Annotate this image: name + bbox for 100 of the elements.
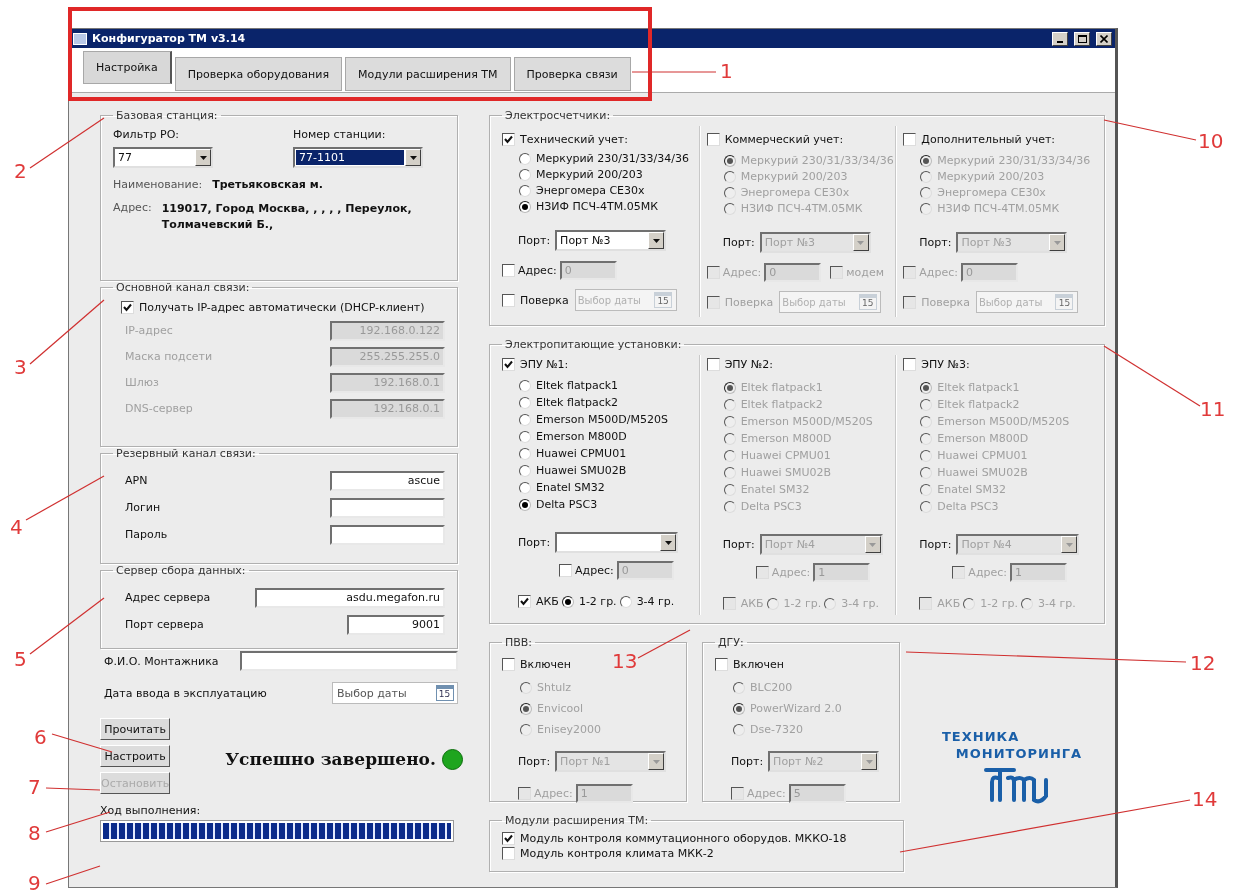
radio-button[interactable] bbox=[723, 154, 736, 167]
radio-label[interactable]: 1-2 гр. bbox=[980, 597, 1018, 610]
radio-button[interactable] bbox=[519, 464, 531, 477]
radio-button[interactable] bbox=[619, 595, 632, 608]
dropdown-arrow-button[interactable] bbox=[1049, 234, 1066, 251]
text-field[interactable] bbox=[330, 497, 445, 518]
radio-button[interactable] bbox=[723, 483, 736, 496]
radio-button[interactable] bbox=[519, 430, 531, 443]
text-field[interactable]: 192.168.0.1 bbox=[330, 372, 445, 393]
radio-button[interactable] bbox=[766, 597, 779, 610]
checkbox[interactable]: Адрес: bbox=[518, 786, 573, 801]
dropdown-arrow-button[interactable] bbox=[405, 149, 421, 166]
radio-label[interactable]: Emerson M800D bbox=[937, 432, 1029, 445]
radio-button[interactable] bbox=[920, 500, 933, 513]
tab[interactable]: Модули расширения ТМ bbox=[345, 57, 511, 91]
checkbox[interactable]: Адрес: bbox=[755, 565, 811, 580]
radio-button[interactable] bbox=[1020, 597, 1033, 610]
text-field[interactable]: ascue bbox=[330, 470, 445, 491]
text-field[interactable]: 0 bbox=[764, 263, 822, 282]
dropdown[interactable]: Порт №4 bbox=[956, 534, 1080, 555]
radio-button[interactable] bbox=[519, 168, 531, 181]
radio-button[interactable] bbox=[723, 466, 736, 479]
radio-button[interactable] bbox=[520, 723, 532, 736]
radio-label[interactable]: Энергомера СЕ30х bbox=[740, 186, 850, 199]
radio-label[interactable]: Emerson M500D/M520S bbox=[937, 415, 1070, 428]
checkbox[interactable]: Поверка bbox=[502, 292, 569, 308]
radio-label[interactable]: Меркурий 200/203 bbox=[937, 170, 1045, 183]
dropdown[interactable]: Порт №3 bbox=[555, 230, 667, 251]
checkbox[interactable]: Адрес: bbox=[706, 265, 762, 280]
text-field[interactable]: 192.168.0.1 bbox=[330, 398, 445, 419]
text-field[interactable]: 1 bbox=[575, 784, 633, 803]
checkbox[interactable]: АКБ bbox=[722, 596, 764, 611]
radio-button[interactable] bbox=[824, 597, 837, 610]
radio-label[interactable]: 1-2 гр. bbox=[578, 595, 617, 608]
text-field[interactable]: 0 bbox=[559, 261, 617, 280]
checkbox[interactable]: Технический учет: bbox=[502, 132, 628, 147]
radio-button[interactable] bbox=[519, 396, 531, 409]
dropdown[interactable]: Порт №3 bbox=[759, 232, 871, 253]
radio-label[interactable]: 3-4 гр. bbox=[1037, 597, 1076, 610]
text-field[interactable]: 192.168.0.122 bbox=[330, 320, 445, 341]
radio-button[interactable] bbox=[723, 381, 736, 394]
text-field[interactable]: 255.255.255.0 bbox=[330, 346, 445, 367]
radio-label[interactable]: Eltek flatpack1 bbox=[536, 379, 619, 392]
button[interactable]: Прочитать bbox=[100, 718, 171, 740]
radio-button[interactable] bbox=[723, 449, 736, 462]
radio-label[interactable]: Delta PSC3 bbox=[740, 500, 802, 513]
checkbox[interactable]: ЭПУ №1: bbox=[502, 357, 569, 372]
radio-button[interactable] bbox=[519, 481, 531, 494]
checkbox[interactable]: Коммерческий учет: bbox=[706, 132, 844, 147]
radio-label[interactable]: Eltek flatpack1 bbox=[740, 381, 823, 394]
radio-button[interactable] bbox=[920, 432, 933, 445]
radio-label[interactable]: Eltek flatpack1 bbox=[937, 381, 1020, 394]
text-field[interactable] bbox=[330, 524, 445, 545]
radio-button[interactable] bbox=[723, 186, 736, 199]
dropdown-arrow-button[interactable] bbox=[195, 149, 211, 166]
radio-label[interactable]: 1-2 гр. bbox=[783, 597, 822, 610]
radio-button[interactable] bbox=[519, 498, 531, 511]
radio-label[interactable]: Меркурий 230/31/33/34/36 bbox=[536, 152, 689, 165]
radio-label[interactable]: НЗИФ ПСЧ-4ТМ.05МК bbox=[937, 202, 1060, 215]
radio-label[interactable]: НЗИФ ПСЧ-4ТМ.05МК bbox=[740, 202, 863, 215]
radio-label[interactable]: Huawei SMU02B bbox=[937, 466, 1028, 479]
radio-button[interactable] bbox=[920, 466, 933, 479]
radio-button[interactable] bbox=[920, 381, 933, 394]
checkbox[interactable]: Адрес: bbox=[952, 565, 1007, 580]
radio-button[interactable] bbox=[520, 681, 532, 694]
radio-button[interactable] bbox=[920, 398, 933, 411]
radio-button[interactable] bbox=[920, 154, 933, 167]
checkbox[interactable]: Получать IP-адрес автоматически (DHCP-клиент) bbox=[121, 300, 425, 315]
radio-label[interactable]: Delta PSC3 bbox=[937, 500, 999, 513]
radio-label[interactable]: 3-4 гр. bbox=[841, 597, 879, 610]
text-field[interactable]: 0 bbox=[960, 263, 1018, 282]
radio-label[interactable]: 3-4 гр. bbox=[636, 595, 675, 608]
radio-button[interactable] bbox=[920, 170, 933, 183]
radio-button[interactable] bbox=[920, 415, 933, 428]
checkbox[interactable]: ЭПУ №3: bbox=[903, 357, 970, 372]
maximize-button[interactable] bbox=[1074, 31, 1090, 46]
radio-label[interactable]: Enatel SM32 bbox=[740, 483, 810, 496]
checkbox[interactable]: Адрес: bbox=[903, 265, 958, 280]
close-button[interactable] bbox=[1096, 31, 1112, 46]
radio-label[interactable]: Emerson M800D bbox=[536, 430, 627, 443]
radio-label[interactable]: Меркурий 230/31/33/34/36 bbox=[740, 154, 894, 167]
text-field[interactable]: 5 bbox=[788, 784, 846, 803]
dropdown-arrow-button[interactable] bbox=[648, 232, 665, 249]
radio-button[interactable] bbox=[520, 702, 532, 715]
radio-label[interactable]: Delta PSC3 bbox=[536, 498, 598, 511]
radio-label[interactable]: Enatel SM32 bbox=[536, 481, 605, 494]
radio-label[interactable]: Eltek flatpack2 bbox=[740, 398, 823, 411]
dropdown[interactable] bbox=[555, 532, 679, 553]
tab[interactable]: Проверка оборудования bbox=[174, 57, 343, 91]
radio-label[interactable]: Enisey2000 bbox=[537, 723, 601, 736]
radio-button[interactable] bbox=[519, 184, 531, 197]
minimize-button[interactable] bbox=[1052, 31, 1068, 46]
radio-label[interactable]: Энергомера СЕ30х bbox=[536, 184, 645, 197]
dropdown-arrow-button[interactable] bbox=[660, 534, 677, 551]
checkbox[interactable]: Поверка bbox=[903, 294, 970, 310]
radio-label[interactable]: Меркурий 200/203 bbox=[740, 170, 848, 183]
radio-button[interactable] bbox=[920, 449, 933, 462]
radio-label[interactable]: Huawei CPMU01 bbox=[536, 447, 627, 460]
tab[interactable]: Проверка связи bbox=[513, 57, 631, 91]
radio-label[interactable]: Eltek flatpack2 bbox=[536, 396, 619, 409]
